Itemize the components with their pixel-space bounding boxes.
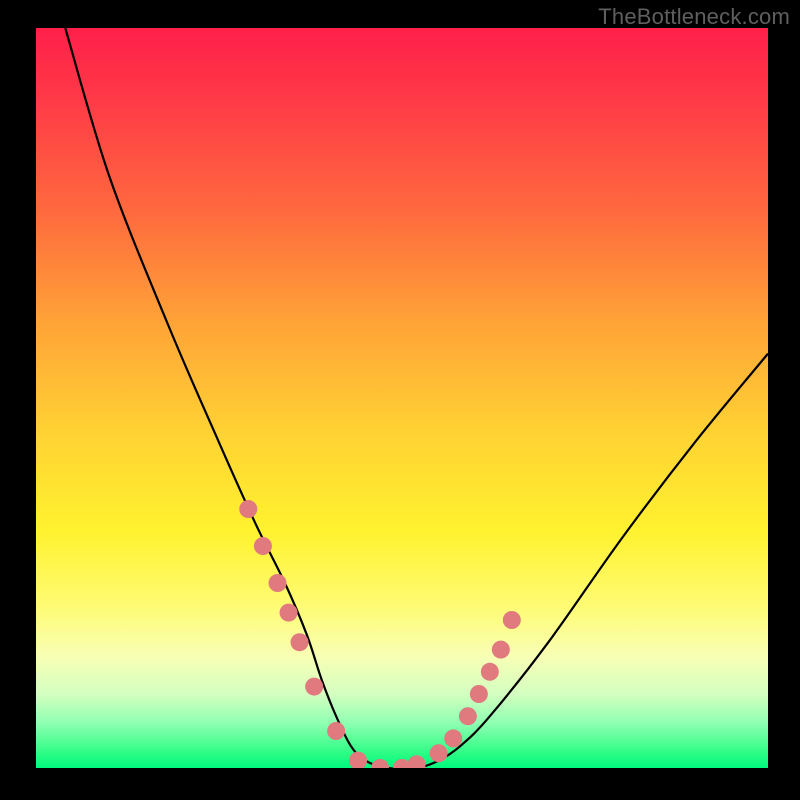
sample-point (349, 752, 367, 768)
sample-point (371, 759, 389, 768)
sample-point (481, 663, 499, 681)
plot-area (36, 28, 768, 768)
sample-point (239, 500, 257, 518)
watermark-text: TheBottleneck.com (598, 4, 790, 30)
sample-point (291, 633, 309, 651)
sample-point (444, 729, 462, 747)
sample-point (280, 604, 298, 622)
sample-point (305, 678, 323, 696)
sample-point (254, 537, 272, 555)
sample-point (459, 707, 477, 725)
sample-point (408, 755, 426, 768)
sample-point (470, 685, 488, 703)
bottleneck-curve (36, 28, 768, 768)
sample-point (269, 574, 287, 592)
sample-point (327, 722, 345, 740)
sample-point (430, 744, 448, 762)
sample-point (492, 641, 510, 659)
chart-frame: TheBottleneck.com (0, 0, 800, 800)
sample-point (503, 611, 521, 629)
curve-line (65, 28, 768, 768)
